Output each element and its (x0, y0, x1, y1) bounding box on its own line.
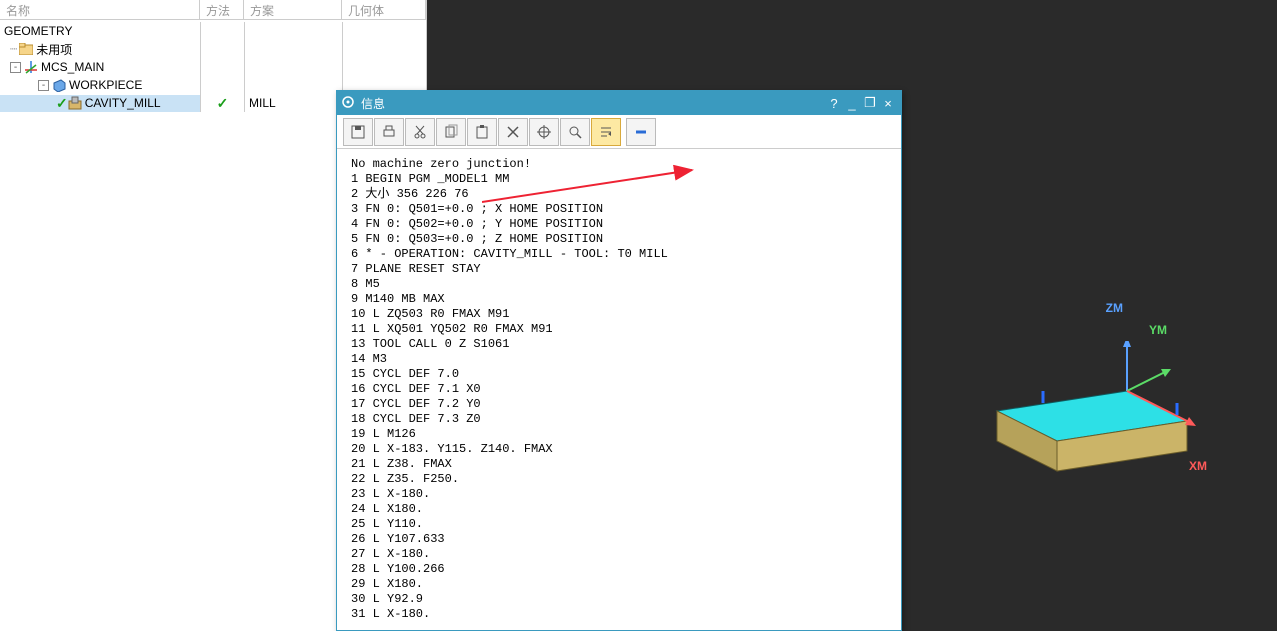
mill-op-icon (68, 96, 82, 110)
axis-z-label: ZM (1106, 301, 1123, 315)
check-icon: ✓ (217, 95, 229, 112)
info-toolbar (337, 115, 901, 149)
tree-label: 未用项 (36, 41, 72, 58)
info-title-text: 信息 (361, 95, 385, 112)
tree-label: GEOMETRY (4, 24, 72, 38)
delete-button[interactable] (498, 118, 528, 146)
col-geom[interactable]: 几何体 (342, 0, 426, 19)
col-name[interactable]: 名称 (0, 0, 200, 19)
info-body: No machine zero junction! 1 BEGIN PGM _M… (337, 149, 901, 630)
axis-x-label: XM (1189, 459, 1207, 473)
tree-row-geometry[interactable]: GEOMETRY (0, 22, 426, 40)
method-cell: MILL (249, 96, 276, 110)
help-button[interactable]: ? (825, 96, 843, 111)
workpiece-model (977, 341, 1197, 511)
col-method[interactable]: 方法 (200, 0, 244, 19)
find-button[interactable] (560, 118, 590, 146)
tree-label: CAVITY_MILL (85, 96, 161, 110)
folder-icon (19, 42, 33, 56)
copy-button[interactable] (436, 118, 466, 146)
collapse-icon[interactable]: - (38, 80, 49, 91)
save-button[interactable] (343, 118, 373, 146)
gear-icon (341, 95, 355, 112)
cut-button[interactable] (405, 118, 435, 146)
info-titlebar[interactable]: 信息 ? _ ❐ × (337, 91, 901, 115)
check-icon: ✓ (56, 95, 68, 112)
nc-code-text[interactable]: No machine zero junction! 1 BEGIN PGM _M… (337, 149, 901, 630)
tree-row-unused[interactable]: ┈ 未用项 (0, 40, 426, 58)
print-button[interactable] (374, 118, 404, 146)
paste-button[interactable] (467, 118, 497, 146)
tree-row-mcs[interactable]: - MCS_MAIN (0, 58, 426, 76)
tree-label: MCS_MAIN (41, 60, 104, 74)
collapse-icon[interactable]: - (10, 62, 21, 73)
col-scheme[interactable]: 方案 (244, 0, 342, 19)
target-button[interactable] (529, 118, 559, 146)
close-button[interactable]: × (879, 96, 897, 111)
info-window[interactable]: 信息 ? _ ❐ × No machine zero junction! 1 B… (336, 90, 902, 631)
mcs-icon (24, 60, 38, 74)
workpiece-icon (52, 78, 66, 92)
restore-button[interactable]: ❐ (861, 95, 879, 111)
axis-y-label: YM (1149, 323, 1167, 337)
wrap-button[interactable] (591, 118, 621, 146)
tree-header: 名称 方法 方案 几何体 (0, 0, 426, 20)
minimize-button[interactable]: _ (843, 96, 861, 111)
axis-triad-and-workpiece: ZM YM XM (977, 301, 1197, 501)
collapse-button[interactable] (626, 118, 656, 146)
tree-label: WORKPIECE (69, 78, 142, 92)
